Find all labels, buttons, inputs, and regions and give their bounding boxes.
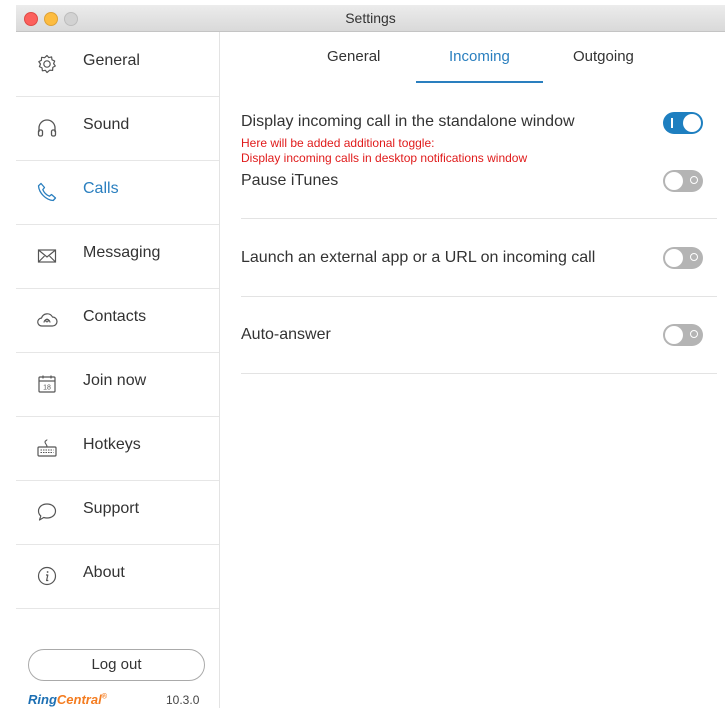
keyboard-icon	[37, 439, 57, 457]
version-label: 10.3.0	[166, 693, 200, 707]
title-bar: Settings	[16, 5, 725, 32]
phone-icon	[37, 182, 57, 202]
sidebar-item-label: Contacts	[83, 308, 147, 325]
pause-itunes-label: Pause iTunes	[241, 172, 339, 189]
sidebar-item-sound[interactable]: Sound	[16, 96, 219, 161]
sidebar-item-about[interactable]: About	[16, 544, 219, 609]
auto-answer-label: Auto-answer	[241, 326, 331, 343]
tab-outgoing[interactable]: Outgoing	[573, 48, 634, 65]
sidebar-item-label: Messaging	[83, 244, 161, 261]
svg-text:18: 18	[43, 385, 51, 392]
launch-app-label: Launch an external app or a URL on incom…	[241, 249, 596, 266]
toggle-off-mark	[690, 253, 698, 261]
display-incoming-label: Display incoming call in the standalone …	[241, 113, 575, 130]
toggle-knob	[683, 114, 701, 132]
sidebar-item-label: Calls	[83, 180, 119, 197]
annotation-note-line2: Display incoming calls in desktop notifi…	[241, 151, 528, 165]
divider	[241, 373, 717, 374]
sidebar-item-label: General	[83, 52, 140, 69]
sidebar-item-hotkeys[interactable]: Hotkeys	[16, 416, 219, 481]
window-title: Settings	[345, 10, 396, 26]
sidebar-item-label: Hotkeys	[83, 436, 141, 453]
tab-bar: General Incoming Outgoing	[220, 32, 725, 84]
tab-incoming[interactable]: Incoming	[449, 48, 510, 65]
settings-window: Settings General Sound Calls Messaging C…	[16, 5, 725, 708]
sidebar-item-support[interactable]: Support	[16, 480, 219, 545]
sidebar-item-label: Join now	[83, 372, 147, 389]
headphones-icon	[37, 119, 57, 137]
sidebar-item-join-now[interactable]: 18 Join now	[16, 352, 219, 417]
sidebar-item-contacts[interactable]: Contacts	[16, 288, 219, 353]
toggle-knob	[665, 172, 683, 190]
sidebar: General Sound Calls Messaging Contacts 1…	[16, 32, 220, 708]
toggle-knob	[665, 249, 683, 267]
settings-content: General Incoming Outgoing Display incomi…	[220, 32, 725, 708]
toggle-off-mark	[690, 176, 698, 184]
sidebar-item-label: About	[83, 564, 125, 581]
ringcentral-logo: RingCentral®	[28, 692, 107, 707]
logout-button[interactable]: Log out	[28, 649, 205, 681]
divider	[241, 296, 717, 297]
gear-icon	[38, 54, 56, 74]
sidebar-item-label: Sound	[83, 116, 130, 133]
active-tab-indicator	[416, 81, 543, 83]
sidebar-item-messaging[interactable]: Messaging	[16, 224, 219, 289]
annotation-note-line1: Here will be added additional toggle:	[241, 136, 435, 150]
sidebar-item-general[interactable]: General	[16, 32, 219, 97]
divider	[241, 218, 717, 219]
sidebar-item-label: Support	[83, 500, 140, 517]
envelope-icon	[37, 249, 57, 263]
toggle-knob	[665, 326, 683, 344]
toggle-off-mark	[690, 330, 698, 338]
toggle-on-mark	[671, 118, 673, 128]
calendar-icon: 18	[38, 375, 56, 393]
cloud-contacts-icon	[37, 313, 58, 327]
auto-answer-toggle[interactable]	[663, 324, 703, 346]
tab-general[interactable]: General	[327, 48, 380, 65]
pause-itunes-toggle[interactable]	[663, 170, 703, 192]
speech-bubble-icon	[37, 503, 57, 521]
launch-app-toggle[interactable]	[663, 247, 703, 269]
display-incoming-toggle[interactable]	[663, 112, 703, 134]
info-icon	[37, 566, 57, 586]
sidebar-item-calls[interactable]: Calls	[16, 160, 219, 225]
